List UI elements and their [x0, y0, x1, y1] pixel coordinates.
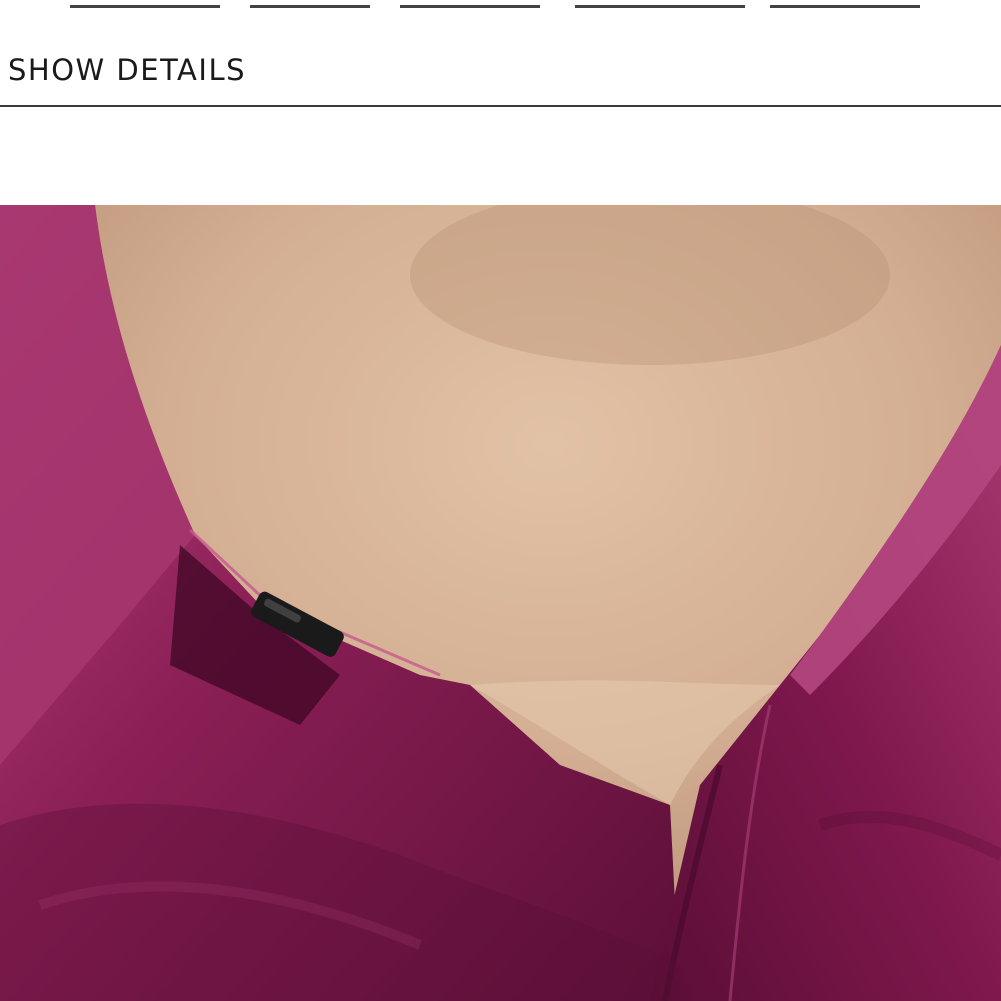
cropped-top-text-strip [0, 0, 1001, 10]
product-detail-photo [0, 205, 1001, 1001]
section-heading: SHOW DETAILS [8, 53, 247, 87]
collar-illustration [0, 205, 1001, 1001]
heading-divider [0, 105, 1001, 107]
